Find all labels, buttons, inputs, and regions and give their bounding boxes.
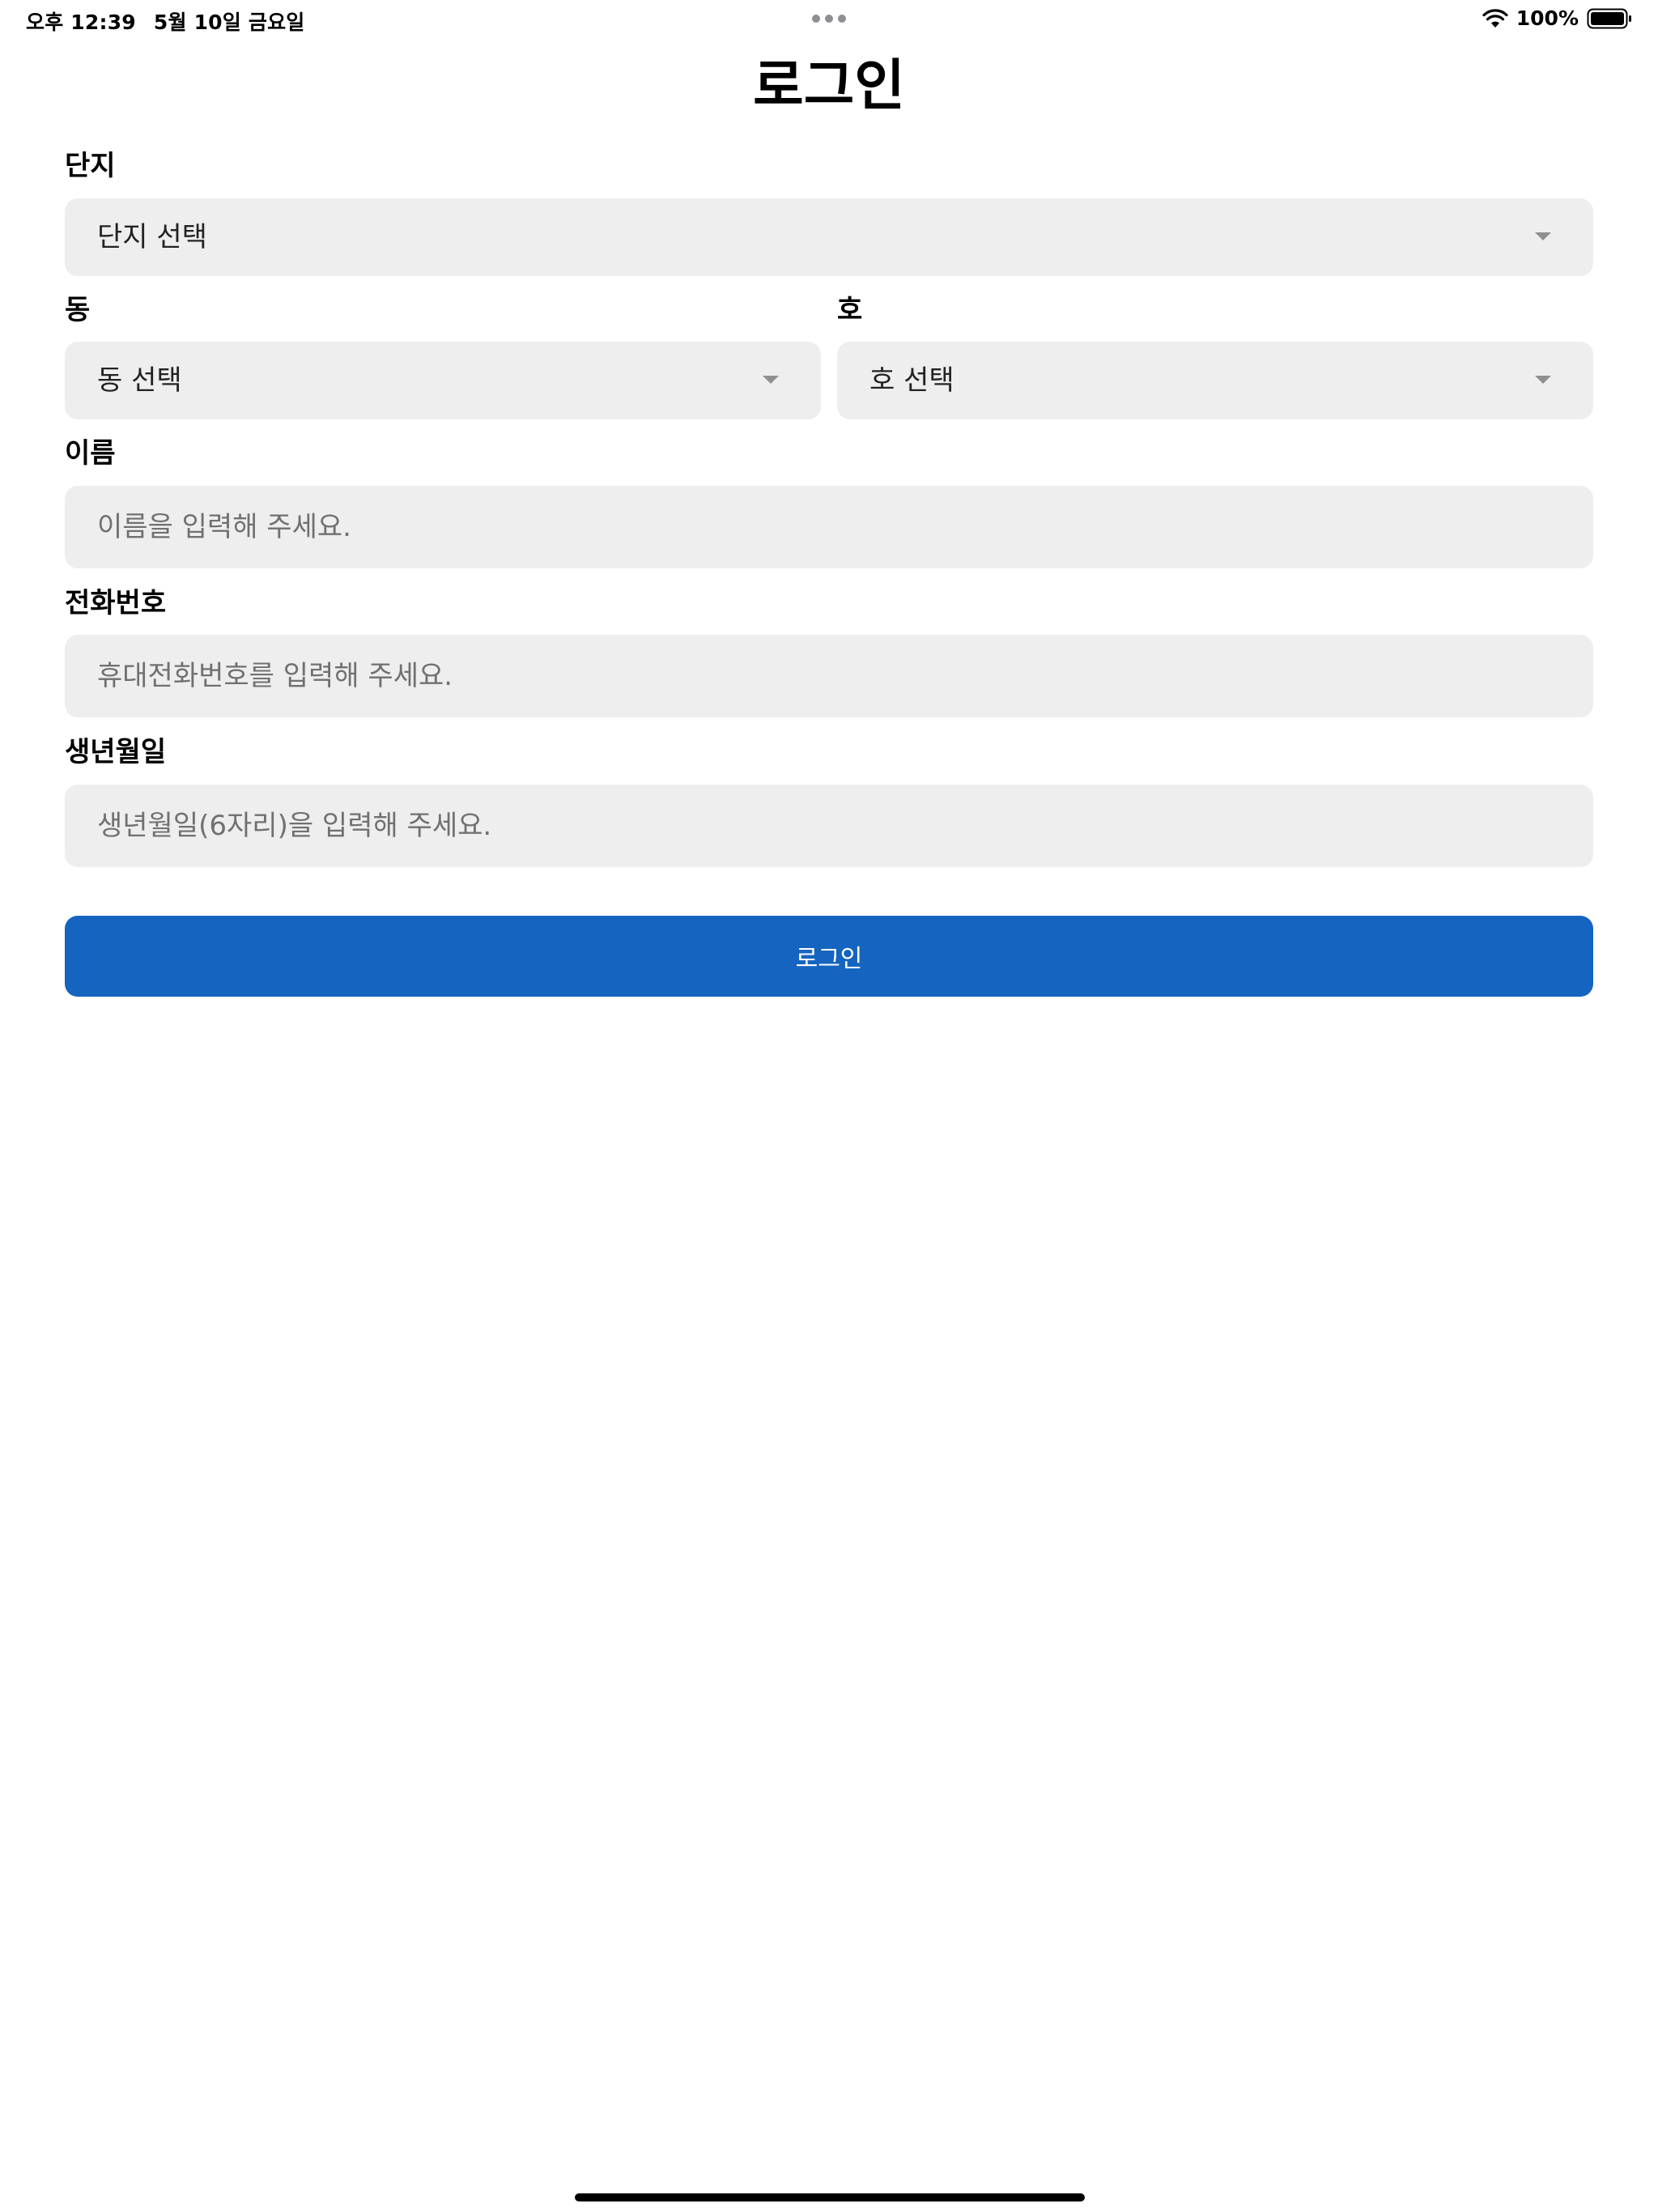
name-label: 이름 — [65, 437, 116, 470]
unit-label: 호 — [837, 294, 863, 326]
building-select-value: 동 선택 — [97, 364, 182, 397]
status-date: 5월 10일 금요일 — [153, 11, 305, 34]
building-select[interactable]: 동 선택 — [65, 342, 821, 419]
complex-select[interactable]: 단지 선택 — [65, 198, 1593, 276]
unit-select-value: 호 선택 — [869, 364, 954, 397]
login-button[interactable]: 로그인 — [65, 916, 1593, 997]
status-time: 오후 12:39 — [26, 11, 136, 34]
complex-label: 단지 — [65, 150, 116, 182]
unit-select[interactable]: 호 선택 — [837, 342, 1593, 419]
name-input[interactable] — [65, 486, 1593, 568]
building-label: 동 — [65, 294, 91, 326]
wifi-icon — [1482, 8, 1508, 28]
phone-label: 전화번호 — [65, 587, 167, 619]
complex-select-value: 단지 선택 — [97, 221, 207, 253]
birthdate-input[interactable] — [65, 785, 1593, 867]
status-bar: 오후 12:39 5월 10일 금요일 100% — [0, 0, 1658, 37]
battery-percent: 100% — [1516, 6, 1579, 30]
status-left: 오후 12:39 5월 10일 금요일 — [26, 6, 304, 36]
page-title: 로그인 — [753, 54, 905, 118]
caret-down-icon — [763, 376, 779, 384]
caret-down-icon — [1535, 376, 1551, 384]
birthdate-label: 생년월일 — [65, 736, 167, 768]
home-indicator[interactable] — [575, 2193, 1085, 2201]
battery-icon — [1587, 8, 1631, 28]
status-right: 100% — [1482, 6, 1632, 30]
caret-down-icon — [1535, 232, 1551, 240]
multitasking-dots-icon[interactable] — [812, 15, 846, 23]
phone-input[interactable] — [65, 635, 1593, 717]
